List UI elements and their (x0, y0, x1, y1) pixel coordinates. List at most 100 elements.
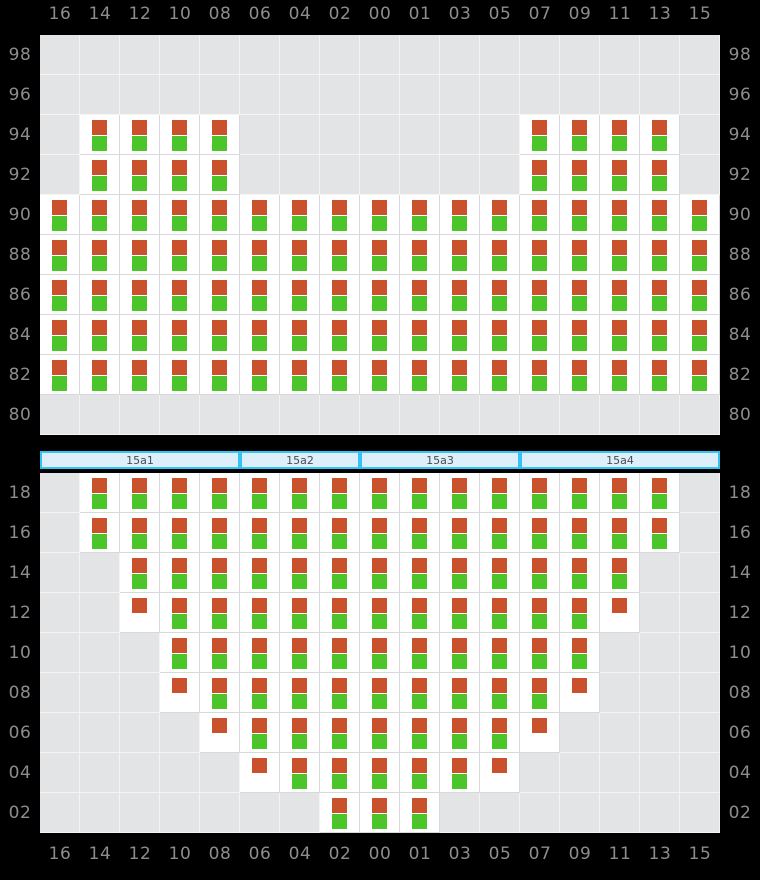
grid-cell[interactable] (440, 115, 480, 155)
grid-cell[interactable] (680, 395, 720, 435)
grid-cell[interactable] (40, 275, 80, 315)
grid-cell[interactable] (80, 315, 120, 355)
grid-cell[interactable] (80, 235, 120, 275)
grid-cell[interactable] (240, 553, 280, 593)
grid-cell[interactable] (680, 115, 720, 155)
grid-cell[interactable] (80, 793, 120, 833)
grid-cell[interactable] (360, 673, 400, 713)
grid-cell[interactable] (160, 275, 200, 315)
grid-cell[interactable] (640, 275, 680, 315)
grid-cell[interactable] (200, 673, 240, 713)
grid-cell[interactable] (120, 315, 160, 355)
grid-cell[interactable] (560, 275, 600, 315)
grid-cell[interactable] (560, 315, 600, 355)
grid-cell[interactable] (400, 195, 440, 235)
grid-cell[interactable] (400, 513, 440, 553)
grid-cell[interactable] (440, 673, 480, 713)
grid-cell[interactable] (80, 593, 120, 633)
grid-cell[interactable] (640, 753, 680, 793)
grid-cell[interactable] (440, 195, 480, 235)
grid-cell[interactable] (200, 753, 240, 793)
grid-cell[interactable] (560, 633, 600, 673)
grid-cell[interactable] (200, 195, 240, 235)
grid-cell[interactable] (40, 195, 80, 235)
grid-cell[interactable] (600, 315, 640, 355)
grid-cell[interactable] (520, 195, 560, 235)
grid-cell[interactable] (640, 395, 680, 435)
grid-cell[interactable] (680, 633, 720, 673)
grid-cell[interactable] (200, 315, 240, 355)
grid-cell[interactable] (600, 275, 640, 315)
grid-cell[interactable] (240, 513, 280, 553)
grid-cell[interactable] (400, 593, 440, 633)
grid-cell[interactable] (560, 513, 600, 553)
grid-cell[interactable] (40, 315, 80, 355)
grid-cell[interactable] (240, 633, 280, 673)
grid-cell[interactable] (200, 35, 240, 75)
grid-cell[interactable] (280, 713, 320, 753)
grid-cell[interactable] (440, 753, 480, 793)
grid-cell[interactable] (640, 673, 680, 713)
grid-cell[interactable] (200, 275, 240, 315)
group-band-segment[interactable]: 15a3 (360, 451, 520, 469)
grid-cell[interactable] (640, 75, 680, 115)
grid-cell[interactable] (360, 793, 400, 833)
grid-cell[interactable] (120, 275, 160, 315)
grid-cell[interactable] (240, 355, 280, 395)
grid-cell[interactable] (560, 195, 600, 235)
grid-cell[interactable] (440, 235, 480, 275)
grid-cell[interactable] (320, 513, 360, 553)
grid-cell[interactable] (120, 75, 160, 115)
grid-cell[interactable] (640, 633, 680, 673)
grid-cell[interactable] (600, 513, 640, 553)
grid-cell[interactable] (120, 115, 160, 155)
grid-cell[interactable] (280, 35, 320, 75)
grid-cell[interactable] (160, 355, 200, 395)
grid-cell[interactable] (440, 315, 480, 355)
grid-cell[interactable] (80, 473, 120, 513)
grid-cell[interactable] (520, 553, 560, 593)
grid-cell[interactable] (240, 753, 280, 793)
grid-cell[interactable] (400, 75, 440, 115)
grid-cell[interactable] (360, 473, 400, 513)
grid-cell[interactable] (400, 395, 440, 435)
grid-cell[interactable] (440, 713, 480, 753)
grid-cell[interactable] (520, 115, 560, 155)
grid-cell[interactable] (160, 473, 200, 513)
grid-cell[interactable] (600, 633, 640, 673)
grid-cell[interactable] (120, 155, 160, 195)
grid-cell[interactable] (40, 75, 80, 115)
grid-cell[interactable] (280, 473, 320, 513)
grid-cell[interactable] (320, 275, 360, 315)
grid-cell[interactable] (80, 673, 120, 713)
grid-cell[interactable] (360, 75, 400, 115)
grid-cell[interactable] (120, 473, 160, 513)
grid-cell[interactable] (40, 793, 80, 833)
grid-cell[interactable] (120, 35, 160, 75)
grid-cell[interactable] (360, 275, 400, 315)
grid-cell[interactable] (240, 115, 280, 155)
grid-cell[interactable] (40, 553, 80, 593)
grid-cell[interactable] (560, 35, 600, 75)
grid-cell[interactable] (680, 473, 720, 513)
grid-cell[interactable] (360, 395, 400, 435)
grid-cell[interactable] (520, 673, 560, 713)
grid-cell[interactable] (640, 115, 680, 155)
grid-cell[interactable] (520, 35, 560, 75)
grid-cell[interactable] (640, 35, 680, 75)
grid-cell[interactable] (560, 553, 600, 593)
grid-cell[interactable] (320, 713, 360, 753)
grid-cell[interactable] (200, 115, 240, 155)
grid-cell[interactable] (440, 75, 480, 115)
grid-cell[interactable] (560, 673, 600, 713)
grid-cell[interactable] (520, 275, 560, 315)
grid-cell[interactable] (440, 793, 480, 833)
grid-cell[interactable] (320, 115, 360, 155)
grid-cell[interactable] (480, 753, 520, 793)
grid-cell[interactable] (360, 155, 400, 195)
grid-cell[interactable] (480, 633, 520, 673)
grid-cell[interactable] (200, 395, 240, 435)
grid-cell[interactable] (160, 713, 200, 753)
grid-cell[interactable] (320, 673, 360, 713)
grid-cell[interactable] (400, 155, 440, 195)
